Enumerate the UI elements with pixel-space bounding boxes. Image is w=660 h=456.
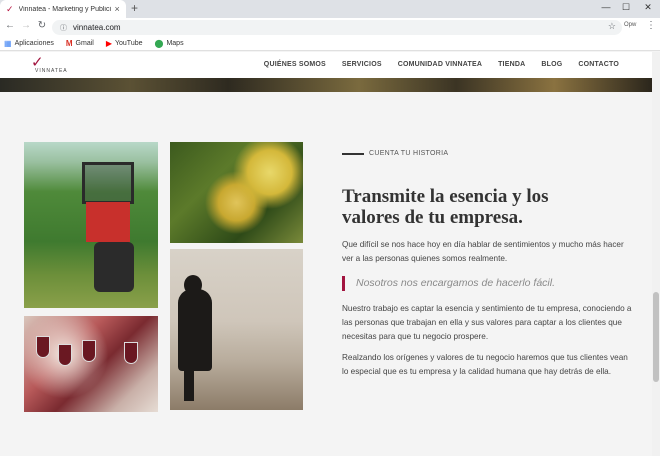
wine-glass xyxy=(58,344,72,366)
tractor-vineyard-photo xyxy=(24,142,158,308)
bookmark-label: YouTube xyxy=(114,40,143,47)
wine-glass xyxy=(82,340,96,362)
person-vineyard-photo xyxy=(170,249,303,410)
grapes-photo xyxy=(170,142,303,243)
nav-item-servicios[interactable]: SERVICIOS xyxy=(342,61,382,68)
wine-toast-photo xyxy=(24,316,158,412)
reload-icon[interactable]: ↻ xyxy=(35,20,49,31)
bookmark-label: Gmail xyxy=(75,40,94,47)
browser-tab[interactable]: ✓ Vinnatea - Marketing y Publicidad × xyxy=(0,0,126,18)
wine-glass xyxy=(124,342,138,364)
nav-item-contacto[interactable]: CONTACTO xyxy=(578,61,619,68)
site-header: ✓ VINNATEA QUIÉNES SOMOS SERVICIOS COMUN… xyxy=(0,52,652,78)
section-heading: Transmite la esencia y los valores de tu… xyxy=(342,186,602,228)
bookmark-label: Maps xyxy=(166,40,184,47)
nav-item-quienes-somos[interactable]: QUIÉNES SOMOS xyxy=(264,61,326,68)
info-icon[interactable]: ⓘ xyxy=(60,23,67,33)
maximize-window-button[interactable]: ☐ xyxy=(616,0,636,14)
apps-icon: ▦ xyxy=(4,39,12,48)
bookmark-maps[interactable]: ⬤ Maps xyxy=(155,39,184,48)
bookmark-gmail[interactable]: M Gmail xyxy=(66,39,94,48)
page-scrollbar[interactable] xyxy=(652,52,660,456)
bookmarks-bar: ▦ Aplicaciones M Gmail ▶ YouTube ⬤ Maps xyxy=(0,37,660,51)
forward-arrow-icon[interactable]: → xyxy=(19,20,33,31)
highlight-quote: Nosotros nos encargamos de hacerlo fácil… xyxy=(342,276,555,291)
bookmark-label: Aplicaciones xyxy=(14,40,54,47)
tractor-wheel xyxy=(94,242,134,292)
vinnatea-favicon-icon: ✓ xyxy=(6,3,14,14)
eyebrow-text: CUENTA TU HISTORIA xyxy=(369,150,449,157)
tab-title: Vinnatea - Marketing y Publicidad xyxy=(18,5,111,13)
heading-line-1: Transmite la esencia y los xyxy=(342,186,549,207)
address-bar[interactable]: ⓘ vinnatea.com ☆ xyxy=(52,20,622,35)
close-tab-icon[interactable]: × xyxy=(115,4,120,14)
vinnatea-logo[interactable]: ✓ VINNATEA xyxy=(29,53,79,75)
close-window-button[interactable]: ✕ xyxy=(638,0,658,14)
browser-menu-icon[interactable]: ⋮ xyxy=(646,20,656,31)
logo-text: VINNATEA xyxy=(35,68,68,74)
nav-item-blog[interactable]: BLOG xyxy=(541,61,562,68)
section-eyebrow: CUENTA TU HISTORIA xyxy=(342,150,448,157)
profile-avatar[interactable]: Opw xyxy=(624,22,636,28)
person-body xyxy=(178,289,212,371)
hero-image-strip xyxy=(0,78,652,92)
url-text: vinnatea.com xyxy=(73,23,121,32)
minimize-window-button[interactable]: — xyxy=(596,0,616,14)
person-leg xyxy=(184,367,194,401)
browser-tab-bar: ✓ Vinnatea - Marketing y Publicidad × + … xyxy=(0,0,660,18)
closing-paragraph: Realzando los orígenes y valores de tu n… xyxy=(342,353,628,376)
bookmark-apps[interactable]: ▦ Aplicaciones xyxy=(4,39,54,48)
heading-line-2: valores de tu empresa. xyxy=(342,207,523,228)
scrollbar-thumb[interactable] xyxy=(653,292,659,382)
main-nav: QUIÉNES SOMOS SERVICIOS COMUNIDAD VINNAT… xyxy=(248,61,619,68)
back-arrow-icon[interactable]: ← xyxy=(3,20,17,31)
gmail-icon: M xyxy=(65,39,73,48)
intro-paragraph: Que difícil se nos hace hoy en día habla… xyxy=(342,240,624,263)
maps-icon: ⬤ xyxy=(154,39,164,48)
browser-toolbar: ← → ↻ ⓘ vinnatea.com ☆ xyxy=(0,18,660,37)
tractor-cab xyxy=(82,162,134,204)
tractor-body xyxy=(86,202,130,242)
new-tab-button[interactable]: + xyxy=(131,1,138,15)
bookmark-star-icon[interactable]: ☆ xyxy=(608,21,616,32)
wine-glass xyxy=(36,336,50,358)
nav-item-tienda[interactable]: TIENDA xyxy=(498,61,525,68)
eyebrow-divider xyxy=(342,152,364,155)
youtube-icon: ▶ xyxy=(105,39,112,48)
body-paragraph: Nuestro trabajo es captar la esencia y s… xyxy=(342,304,632,341)
nav-item-comunidad[interactable]: COMUNIDAD VINNATEA xyxy=(398,61,482,68)
bookmark-youtube[interactable]: ▶ YouTube xyxy=(106,39,143,48)
